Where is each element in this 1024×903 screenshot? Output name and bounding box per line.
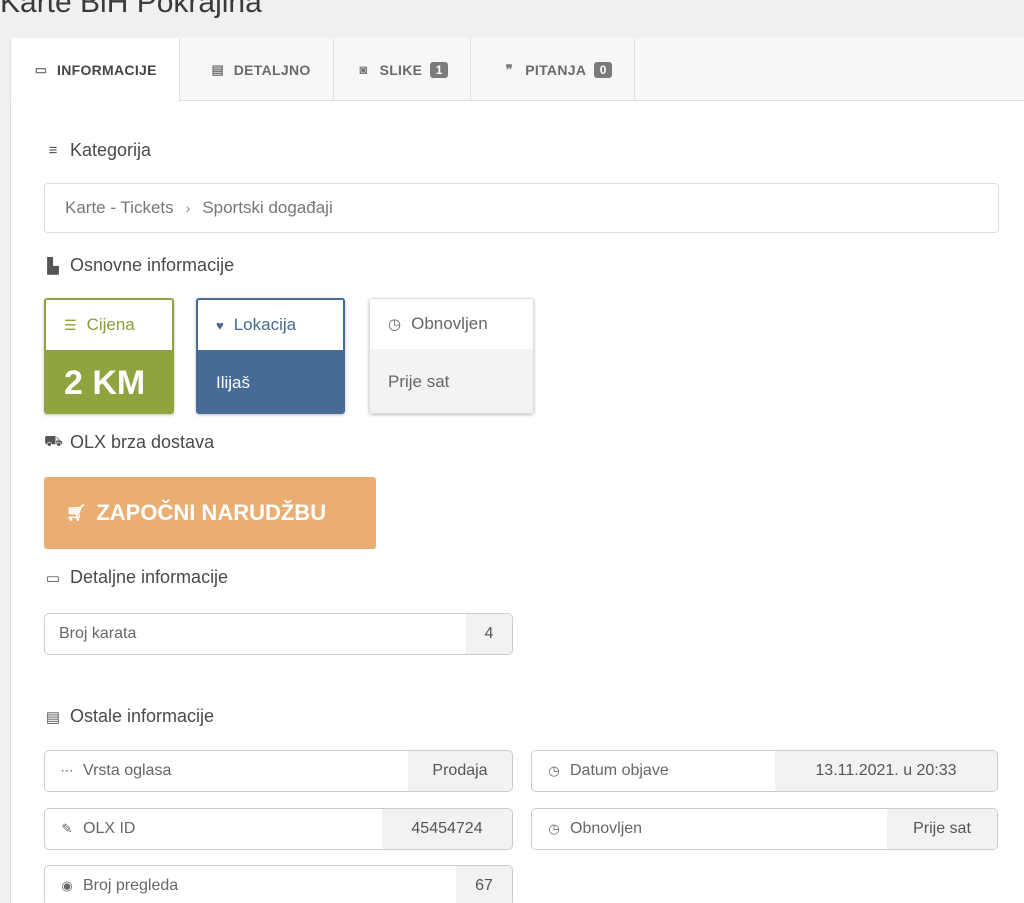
updated-value: Prije sat — [370, 349, 533, 413]
dots-icon: ⋯ — [60, 763, 74, 778]
tab-label: PITANJA — [525, 61, 587, 78]
info-card-icon: ▭ — [45, 569, 61, 587]
tab-badge: 0 — [594, 61, 613, 78]
tab-badge: 1 — [430, 61, 449, 78]
location-box: ♥ Lokacija Ilijaš — [196, 298, 345, 414]
document-icon: ▤ — [45, 708, 61, 726]
breadcrumb: Karte - Tickets › Sportski događaji — [44, 183, 999, 233]
other-row-datum-objave: ◷ Datum objave 13.11.2021. u 20:33 — [531, 750, 998, 792]
map-pin-icon: ♥ — [216, 317, 224, 333]
delivery-heading: ⛟ OLX brza dostava — [44, 432, 214, 453]
tab-label: SLIKE — [379, 61, 423, 78]
other-info-heading: ▤ Ostale informacije — [44, 706, 214, 727]
page-title: Karte BiH Pokrajina — [0, 0, 262, 19]
tab-informacije[interactable]: ▭ INFORMACIJE — [10, 38, 180, 102]
tab-label: DETALJNO — [233, 61, 311, 78]
category-heading: ≡ Kategorija — [44, 140, 151, 161]
detail-row-broj-karata: Broj karata 4 — [44, 613, 513, 655]
clock-icon: ◷ — [388, 316, 402, 333]
field-label: Datum objave — [570, 762, 669, 779]
field-label: Obnovljen — [570, 820, 643, 837]
cart-icon: 🛒︎ — [66, 505, 87, 522]
truck-icon: ⛟ — [44, 433, 63, 450]
camera-icon: ◙ — [359, 62, 368, 77]
field-label: Vrsta oglasa — [83, 762, 172, 779]
field-label: OLX ID — [83, 820, 136, 837]
category-heading-text: Kategorija — [70, 140, 152, 160]
details-heading: ▭ Detaljne informacije — [44, 567, 228, 588]
tab-bar: ▭ INFORMACIJE ▤ DETALJNO ◙ SLIKE 1 ❞ PIT… — [10, 38, 1024, 102]
delivery-heading-text: OLX brza dostava — [70, 432, 215, 452]
field-label: Broj karata — [59, 625, 137, 642]
field-value: 67 — [456, 866, 512, 903]
details-heading-text: Detaljne informacije — [70, 567, 229, 587]
field-value: 45454724 — [382, 809, 512, 849]
field-value: 13.11.2021. u 20:33 — [775, 751, 997, 791]
breadcrumb-item[interactable]: Karte - Tickets — [65, 198, 174, 218]
chevron-right-icon: › — [185, 200, 191, 216]
tab-pitanja[interactable]: ❞ PITANJA 0 — [471, 38, 636, 101]
list-icon: ≡ — [48, 142, 58, 159]
updated-label: Obnovljen — [411, 314, 488, 333]
tab-slike[interactable]: ◙ SLIKE 1 — [334, 38, 472, 101]
price-box: ☰ Cijena 2 KM — [44, 298, 174, 414]
tab-detaljno[interactable]: ▤ DETALJNO — [180, 38, 334, 101]
clock-icon: ◷ — [548, 821, 560, 836]
other-row-broj-pregleda: ◉ Broj pregleda 67 — [44, 865, 513, 903]
document-icon: ▤ — [211, 61, 225, 77]
other-row-olx-id: ✎ OLX ID 45454724 — [44, 808, 513, 850]
field-value: 4 — [466, 614, 512, 654]
other-info-heading-text: Ostale informacije — [70, 706, 215, 726]
eye-icon: ◉ — [61, 878, 73, 893]
other-row-obnovljen: ◷ Obnovljen Prije sat — [531, 808, 998, 850]
start-order-label: ZAPOČNI NARUDŽBU — [96, 500, 327, 525]
tab-label: INFORMACIJE — [57, 62, 157, 78]
basic-info-heading-text: Osnovne informacije — [70, 255, 235, 275]
info-card-icon: ▭ — [34, 62, 48, 77]
file-icon: ▙ — [47, 257, 59, 275]
price-label: Cijena — [86, 315, 135, 334]
breadcrumb-item[interactable]: Sportski događaji — [202, 198, 332, 218]
updated-box: ◷ Obnovljen Prije sat — [369, 298, 534, 414]
start-order-button[interactable]: 🛒︎ ZAPOČNI NARUDŽBU — [44, 477, 376, 549]
price-value: 2 KM — [46, 350, 172, 412]
field-label: Broj pregleda — [83, 877, 179, 894]
field-value: Prodaja — [408, 751, 512, 791]
basic-info-heading: ▙ Osnovne informacije — [44, 255, 234, 276]
location-label: Lokacija — [233, 315, 297, 334]
money-icon: ☰ — [64, 316, 77, 333]
other-row-vrsta-oglasa: ⋯ Vrsta oglasa Prodaja — [44, 750, 513, 792]
field-value: Prije sat — [887, 809, 997, 849]
clock-icon: ◷ — [548, 763, 560, 778]
location-value: Ilijaš — [198, 350, 343, 412]
wrench-icon: ✎ — [61, 821, 73, 836]
chat-icon: ❞ — [505, 61, 513, 77]
